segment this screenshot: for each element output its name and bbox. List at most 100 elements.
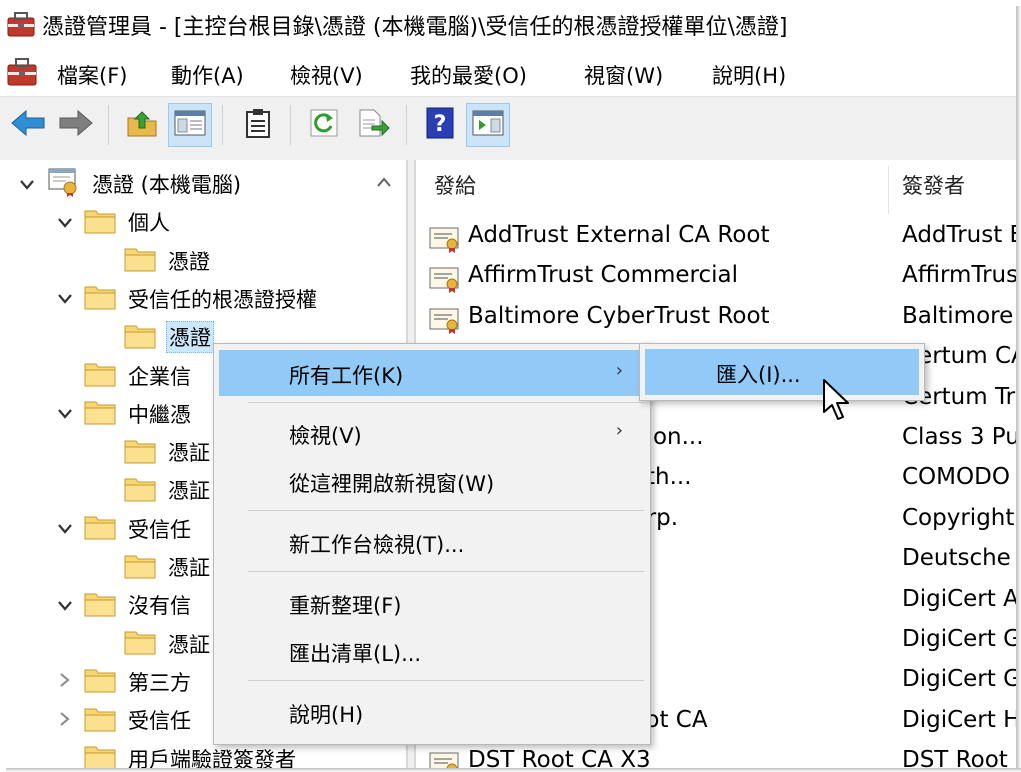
menu-item-refresh[interactable]: 重新整理(F) — [219, 580, 645, 626]
menu-item-new-taskpad-view[interactable]: 新工作台檢視(T)... — [219, 519, 645, 565]
menu-help[interactable]: 說明(H) — [712, 60, 786, 90]
tree-item-label: 憑證 (本機電腦) — [92, 173, 242, 197]
certificate-issued-by: DigiCert G — [902, 666, 1016, 693]
tree-item[interactable]: 沒有信 — [56, 587, 193, 623]
column-header-issued-by[interactable]: 簽發者 — [902, 170, 965, 200]
certificate-issued-by: DST Root — [902, 747, 1008, 768]
certificate-issued-by: COMODO — [902, 464, 1010, 491]
menu-item-label: 匯出清單(L)... — [289, 642, 422, 666]
chevron-down-icon[interactable] — [56, 404, 74, 423]
menu-item-label: 新工作台檢視(T)... — [289, 533, 465, 557]
export-list-button[interactable] — [352, 103, 396, 147]
tree-item[interactable]: 憑証 — [96, 626, 212, 662]
show-hide-console-tree-button[interactable] — [168, 103, 212, 147]
tree-item[interactable]: 憑証 — [96, 549, 212, 585]
properties-button[interactable] — [236, 103, 280, 147]
back-icon — [10, 109, 46, 141]
tree-item-label: 沒有信 — [128, 594, 191, 619]
chevron-down-icon[interactable] — [56, 519, 74, 538]
menu-item-view[interactable]: 檢視(V) › — [219, 410, 645, 456]
forward-button[interactable] — [54, 103, 98, 147]
tree-item[interactable]: 憑證 — [96, 319, 214, 355]
column-divider[interactable] — [888, 166, 889, 214]
back-button[interactable] — [6, 103, 50, 147]
export-list-icon — [358, 108, 390, 142]
certificate-icon — [428, 265, 462, 299]
folder-icon — [84, 512, 116, 545]
tree-item[interactable]: 憑証 — [96, 434, 212, 470]
tree-item[interactable]: 受信任 — [56, 511, 193, 547]
certificate-issued-to: DST Root CA X3 — [468, 747, 651, 768]
tree-scroll-up-arrow[interactable] — [372, 175, 396, 195]
show-hide-action-pane-button[interactable] — [466, 103, 510, 147]
menu-item-export-list[interactable]: 匯出清單(L)... — [219, 628, 645, 674]
menu-item-label: 匯入(I)... — [716, 363, 801, 387]
certificate-row[interactable]: AddTrust External CA Root AddTrust E — [416, 217, 1016, 257]
menu-action[interactable]: 動作(A) — [171, 60, 244, 90]
tree-item[interactable]: 企業信 — [56, 358, 193, 394]
toolbar-separator — [290, 105, 291, 145]
menu-view[interactable]: 檢視(V) — [290, 60, 363, 90]
column-header-issued-to[interactable]: 發給 — [434, 170, 476, 200]
help-button[interactable]: ? — [418, 103, 462, 147]
folder-icon — [124, 551, 156, 584]
tree-item-label: 個人 — [128, 211, 170, 236]
mouse-cursor-icon — [822, 378, 852, 426]
window-title: 憑證管理員 - [主控台根目錄\憑證 (本機電腦)\受信任的根憑證授權單位\憑證… — [42, 15, 788, 40]
menu-file[interactable]: 檔案(F) — [57, 60, 127, 90]
tree-item-label: 憑證 — [166, 321, 214, 354]
chevron-down-icon[interactable] — [56, 213, 74, 232]
certificate-icon — [428, 750, 462, 768]
refresh-button[interactable] — [302, 103, 346, 147]
folder-icon — [124, 436, 156, 469]
folder-icon — [84, 704, 116, 737]
chevron-right-icon[interactable] — [56, 711, 74, 730]
menu-separator — [248, 402, 644, 403]
menu-window[interactable]: 視窗(W) — [584, 60, 663, 90]
certificate-issued-by: AffirmTrus — [902, 262, 1016, 289]
tree-item[interactable]: 受信任 — [56, 702, 193, 738]
menu-favorites[interactable]: 我的最愛(O) — [410, 60, 527, 90]
menu-bar: 檔案(F) 動作(A) 檢視(V) 我的最愛(O) 視窗(W) 說明(H) — [0, 50, 1016, 96]
menu-item-label: 檢視(V) — [289, 424, 362, 448]
certificate-row[interactable]: AffirmTrust Commercial AffirmTrus — [416, 257, 1016, 297]
certificate-row[interactable]: Baltimore CyberTrust Root Baltimore — [416, 298, 1016, 338]
chevron-down-icon[interactable] — [56, 289, 74, 308]
tree-item[interactable]: 個人 — [56, 204, 172, 240]
certificate-row[interactable]: DST Root CA X3 DST Root — [416, 742, 1016, 768]
refresh-icon — [309, 108, 339, 142]
tree-item[interactable]: 憑證 (本機電腦) — [18, 166, 243, 202]
menu-separator — [248, 571, 644, 572]
certificate-issued-by: DigiCert A — [902, 585, 1016, 612]
chevron-down-icon[interactable] — [56, 596, 74, 615]
certificate-icon — [428, 225, 462, 259]
menu-item-all-tasks[interactable]: 所有工作(K) › — [219, 350, 645, 396]
tree-item-label: 憑証 — [168, 479, 210, 504]
folder-icon — [84, 742, 116, 768]
menu-item-label: 從這裡開啟新視窗(W) — [289, 472, 495, 496]
menu-item-import[interactable]: 匯入(I)... — [645, 349, 919, 395]
show-action-pane-icon — [472, 109, 504, 141]
up-one-level-button[interactable] — [120, 103, 164, 147]
chevron-down-icon[interactable] — [18, 175, 36, 194]
certificate-issued-by: DigiCert H — [902, 706, 1016, 733]
folder-icon — [84, 359, 116, 392]
up-folder-icon — [126, 108, 158, 142]
tree-item[interactable]: 受信任的根憑證授權 — [56, 281, 319, 317]
tree-item-label: 憑証 — [168, 441, 210, 466]
window-shadow — [1016, 6, 1021, 772]
tree-item[interactable]: 憑証 — [96, 472, 212, 508]
menu-item-help[interactable]: 說明(H) — [219, 689, 645, 735]
tree-item[interactable]: 第三方 — [56, 664, 193, 700]
tree-item-label: 受信任 — [128, 517, 191, 542]
menu-item-new-window-from-here[interactable]: 從這裡開啟新視窗(W) — [219, 458, 645, 504]
menu-item-label: 重新整理(F) — [289, 594, 402, 618]
menu-item-label: 說明(H) — [289, 703, 364, 727]
system-menu-icon[interactable] — [6, 56, 40, 92]
chevron-right-icon[interactable] — [56, 672, 74, 691]
certificate-issued-by: Baltimore — [902, 302, 1014, 329]
tree-item-label: 憑證 — [168, 249, 210, 274]
toolbox-app-icon — [6, 10, 36, 42]
tree-item[interactable]: 中繼憑 — [56, 396, 193, 432]
tree-item[interactable]: 憑證 — [96, 243, 212, 279]
